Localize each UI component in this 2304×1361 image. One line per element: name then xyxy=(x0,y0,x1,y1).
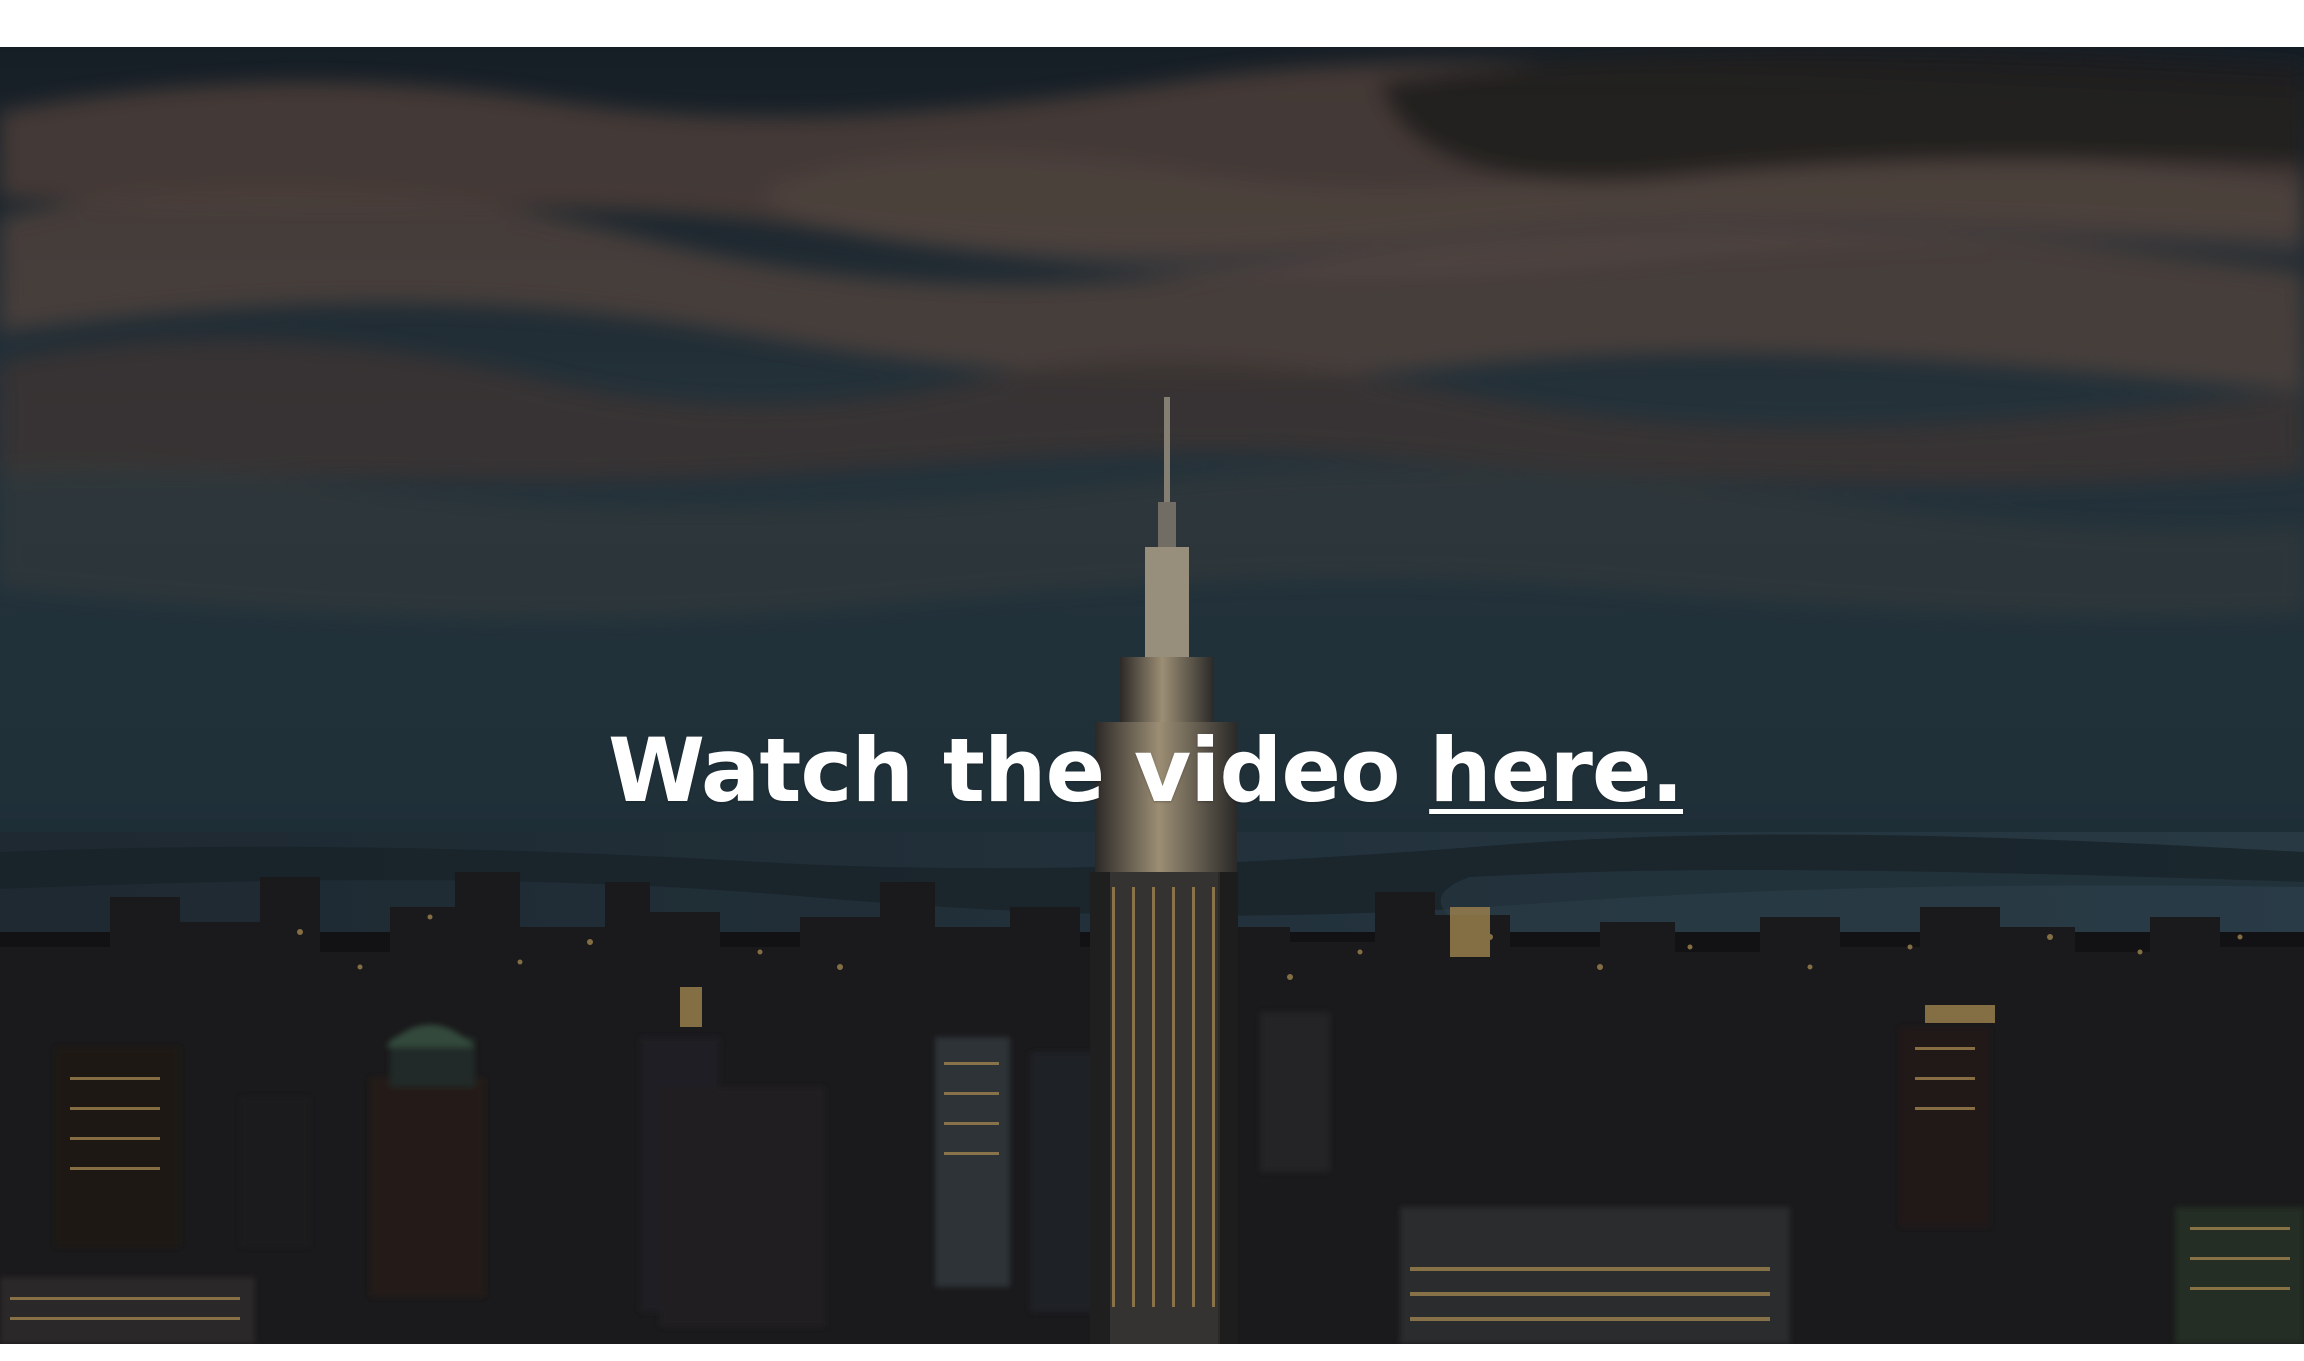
video-link[interactable]: here. xyxy=(1429,719,1684,822)
video-headline: Watch the video here. xyxy=(608,727,1684,815)
page: Watch the video here. xyxy=(0,0,2304,1361)
dark-overlay xyxy=(0,47,2304,1344)
hero-section: Watch the video here. xyxy=(0,47,2304,1344)
headline-text: Watch the video xyxy=(608,719,1430,822)
